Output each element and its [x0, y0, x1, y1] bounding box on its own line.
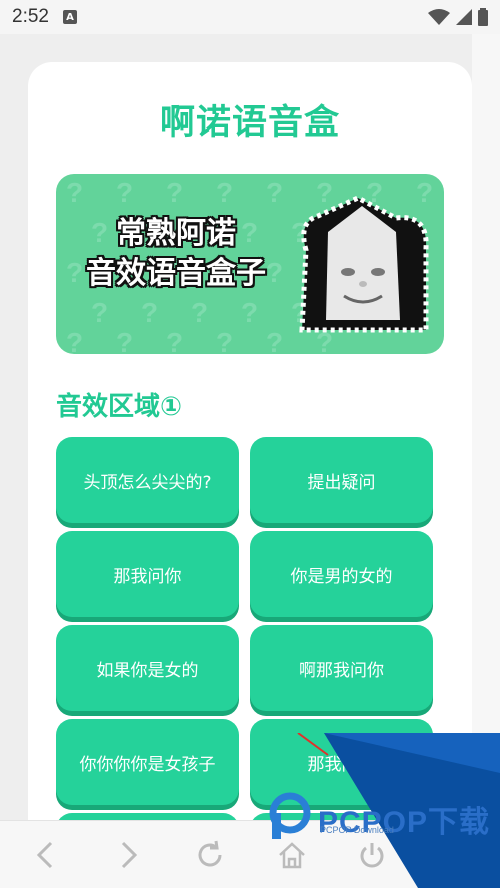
svg-text:?: ? [216, 327, 233, 354]
section-title: 音效区域① [56, 392, 183, 422]
sound-button[interactable]: 如果你是女的 [56, 625, 239, 711]
svg-text:?: ? [241, 297, 258, 328]
panda-meme-icon [299, 195, 429, 333]
svg-text:?: ? [116, 327, 133, 354]
status-bar: 2:52 A [0, 0, 500, 34]
svg-text:?: ? [116, 177, 133, 208]
svg-text:?: ? [66, 177, 83, 208]
sound-button[interactable]: 提出疑问 [250, 437, 433, 523]
status-time: 2:52 [12, 6, 49, 27]
banner-line-2: 音效语音盒子 [86, 256, 266, 291]
svg-text:?: ? [216, 177, 233, 208]
banner: ???????? ????? ????? ????? ?????? 常熟阿诺 音… [56, 174, 444, 354]
sound-button[interactable]: 那我问你 [56, 531, 239, 617]
refresh-icon[interactable] [190, 835, 230, 875]
app-notification-icon: A [62, 10, 77, 24]
watermark: PCPOP下载 PCPOP Download [268, 733, 500, 888]
battery-icon [478, 8, 488, 26]
svg-text:?: ? [91, 297, 108, 328]
sound-button[interactable]: 你你你你是女孩子 [56, 719, 239, 805]
banner-text: 常熟阿诺 音效语音盒子 [56, 214, 296, 294]
page-edge [472, 34, 500, 820]
sound-button[interactable]: 你是男的女的 [250, 531, 433, 617]
svg-text:?: ? [266, 177, 283, 208]
signal-icon [456, 9, 472, 25]
forward-icon[interactable] [108, 835, 148, 875]
svg-text:?: ? [141, 297, 158, 328]
svg-text:?: ? [166, 327, 183, 354]
banner-line-1: 常熟阿诺 [116, 216, 236, 251]
back-icon[interactable] [26, 835, 66, 875]
status-icons [428, 8, 488, 26]
svg-text:?: ? [266, 327, 283, 354]
svg-text:?: ? [191, 297, 208, 328]
watermark-sub: PCPOP Download [320, 825, 394, 835]
svg-text:?: ? [66, 327, 83, 354]
app-title: 啊诺语音盒 [159, 103, 340, 143]
sound-button[interactable]: 啊那我问你 [250, 625, 433, 711]
wifi-icon [428, 9, 450, 25]
sound-button[interactable]: 头顶怎么尖尖的? [56, 437, 239, 523]
svg-text:?: ? [166, 177, 183, 208]
